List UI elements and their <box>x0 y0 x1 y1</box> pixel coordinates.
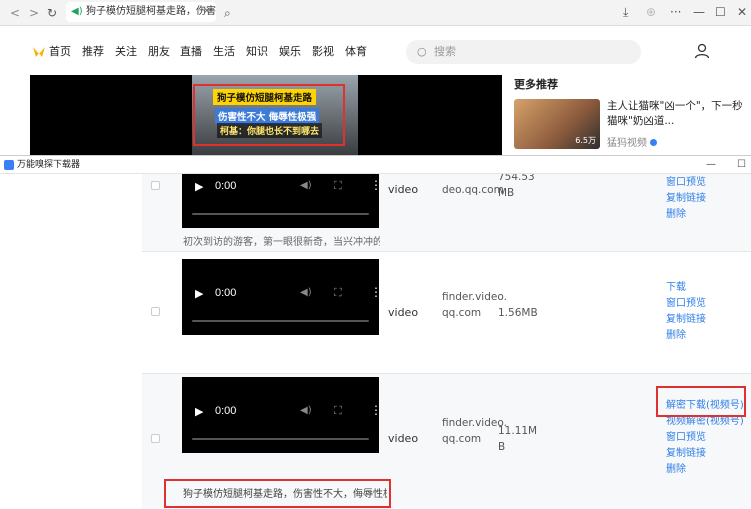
player-menu-icon[interactable]: ⋮ <box>370 178 382 192</box>
row-checkbox[interactable] <box>151 434 160 443</box>
menu-icon[interactable]: ··· <box>670 3 681 21</box>
row-checkbox[interactable] <box>151 307 160 316</box>
delete-link[interactable]: 删除 <box>666 462 744 478</box>
copy-link[interactable]: 复制链接 <box>666 312 706 328</box>
close-tab-icon[interactable]: ✕ <box>203 2 211 22</box>
play-icon[interactable]: ▶ <box>195 287 203 300</box>
row-size: 11.11MB <box>498 425 538 453</box>
search-input[interactable]: ○ 搜索 <box>406 40 641 64</box>
downloader-sidebar <box>0 174 142 509</box>
preview-link[interactable]: 窗口预览 <box>666 296 706 312</box>
row-type: video <box>388 306 419 319</box>
player-time: 0:00 <box>215 287 237 299</box>
nav-life[interactable]: 生活 <box>213 44 235 60</box>
nav-home[interactable]: 首页 <box>49 44 71 60</box>
preview-link[interactable]: 窗口预览 <box>666 175 706 191</box>
downloader-list: ▶ 0:00 ◀) ⛶ ⋮ video deo.qq.com 754.53 MB… <box>0 174 751 509</box>
verified-icon <box>650 139 657 146</box>
downloader-minimize-icon[interactable]: — <box>706 156 716 174</box>
table-row: ▶ 0:00 ◀) ⛶ ⋮ video finder.video.qq.com … <box>142 374 751 509</box>
row-size: 754.53 MB <box>498 174 535 199</box>
delete-link[interactable]: 删除 <box>666 328 706 344</box>
maximize-icon[interactable]: ☐ <box>715 3 726 21</box>
delete-link[interactable]: 删除 <box>666 207 706 223</box>
video-player[interactable]: ▶ 0:00 ◀) ⛶ ⋮ <box>182 259 382 335</box>
screen: < > ↻ ◀) 狗子模仿短腿柯基走路，伤害性 ✕ ⌕ ⤓ ⊕ ··· — ☐ … <box>0 0 751 509</box>
search-icon: ○ <box>417 45 427 58</box>
row-description: 初次到访的游客，第一眼很新奇，当兴冲冲的到 <box>183 237 380 248</box>
player-progress-bar[interactable] <box>192 320 369 322</box>
close-window-icon[interactable]: ✕ <box>737 3 747 21</box>
play-icon[interactable]: ▶ <box>195 405 203 418</box>
nav-entertainment[interactable]: 娱乐 <box>279 44 301 60</box>
downloader-maximize-icon[interactable]: ☐ <box>737 156 746 174</box>
speaker-icon: ◀) <box>71 6 83 17</box>
site-logo-icon[interactable] <box>32 45 46 59</box>
video-decrypt-link[interactable]: 视频解密(视频号) <box>666 414 744 430</box>
video-player[interactable]: ▶ 0:00 ◀) ⛶ ⋮ <box>182 377 382 453</box>
row-size: 1.56MB <box>498 307 538 319</box>
nav-friends[interactable]: 朋友 <box>148 44 170 60</box>
recommend-title[interactable]: 主人让猫咪"凶一个"，下一秒猫咪"奶凶道... <box>607 99 747 129</box>
nav-follow[interactable]: 关注 <box>115 44 137 60</box>
row-type: video <box>388 183 419 196</box>
user-icon[interactable] <box>694 43 710 59</box>
nav-live[interactable]: 直播 <box>180 44 202 60</box>
player-menu-icon[interactable]: ⋮ <box>370 403 382 417</box>
fullscreen-icon[interactable]: ⛶ <box>334 286 342 300</box>
player-time: 0:00 <box>215 180 237 192</box>
recommend-source-name: 猛犸视频 <box>607 138 647 149</box>
downloader-titlebar: 万能嗅探下载器 — ☐ <box>0 155 751 174</box>
minimize-icon[interactable]: — <box>693 3 705 21</box>
nav-sports[interactable]: 体育 <box>345 44 367 60</box>
browser-tab[interactable]: ◀) 狗子模仿短腿柯基走路，伤害性 ✕ <box>66 2 216 22</box>
table-row: ▶ 0:00 ◀) ⛶ ⋮ video finder.video.qq.com … <box>142 252 751 374</box>
volume-icon[interactable]: ◀) <box>300 180 312 191</box>
globe-icon[interactable]: ⊕ <box>646 3 656 21</box>
row-checkbox[interactable] <box>151 181 160 190</box>
downloader-app-icon <box>4 160 14 170</box>
decrypt-download-link[interactable]: 解密下载(视频号) <box>666 398 744 414</box>
copy-link[interactable]: 复制链接 <box>666 446 744 462</box>
recommend-views: 6.5万 <box>575 136 596 145</box>
player-time: 0:00 <box>215 405 237 417</box>
download-link[interactable]: 下载 <box>666 280 706 296</box>
player-progress-bar[interactable] <box>192 438 369 440</box>
volume-icon[interactable]: ◀) <box>300 405 312 416</box>
nav-recommend[interactable]: 推荐 <box>82 44 104 60</box>
fullscreen-icon[interactable]: ⛶ <box>334 404 342 418</box>
recommend-thumbnail[interactable]: 6.5万 <box>514 99 600 149</box>
play-icon[interactable]: ▶ <box>195 180 203 193</box>
row-actions: 解密下载(视频号) 视频解密(视频号) 窗口预览 复制链接 删除 <box>666 398 744 478</box>
recommend-source: 猛犸视频 <box>607 134 657 149</box>
row-actions: 窗口预览 复制链接 删除 <box>666 175 706 223</box>
downloader-title: 万能嗅探下载器 <box>17 160 81 170</box>
nav-movies[interactable]: 影视 <box>312 44 334 60</box>
preview-link[interactable]: 窗口预览 <box>666 430 744 446</box>
player-progress-bar[interactable] <box>192 213 369 215</box>
back-icon[interactable]: < <box>10 4 20 22</box>
row-type: video <box>388 432 419 445</box>
tab-title: 狗子模仿短腿柯基走路，伤害性 <box>86 6 216 17</box>
volume-icon[interactable]: ◀) <box>300 287 312 298</box>
forward-icon[interactable]: > <box>29 4 39 22</box>
search-icon[interactable]: ⌕ <box>224 4 231 22</box>
copy-link[interactable]: 复制链接 <box>666 191 706 207</box>
row-description: 狗子模仿短腿柯基走路，伤害性不大，侮辱性极 <box>183 489 387 500</box>
more-recommend-title: 更多推荐 <box>514 78 558 91</box>
row-actions: 下载 窗口预览 复制链接 删除 <box>666 280 706 344</box>
table-row: ▶ 0:00 ◀) ⛶ ⋮ video deo.qq.com 754.53 MB… <box>142 174 751 252</box>
player-menu-icon[interactable]: ⋮ <box>370 285 382 299</box>
download-icon[interactable]: ⤓ <box>623 3 628 21</box>
nav-knowledge[interactable]: 知识 <box>246 44 268 60</box>
browser-toolbar: < > ↻ ◀) 狗子模仿短腿柯基走路，伤害性 ✕ ⌕ ⤓ ⊕ ··· — ☐ … <box>0 0 751 26</box>
search-placeholder: 搜索 <box>434 45 456 58</box>
refresh-icon[interactable]: ↻ <box>47 4 57 22</box>
fullscreen-icon[interactable]: ⛶ <box>334 179 342 193</box>
highlight-box <box>193 84 345 146</box>
video-player[interactable]: ▶ 0:00 ◀) ⛶ ⋮ <box>182 174 382 228</box>
